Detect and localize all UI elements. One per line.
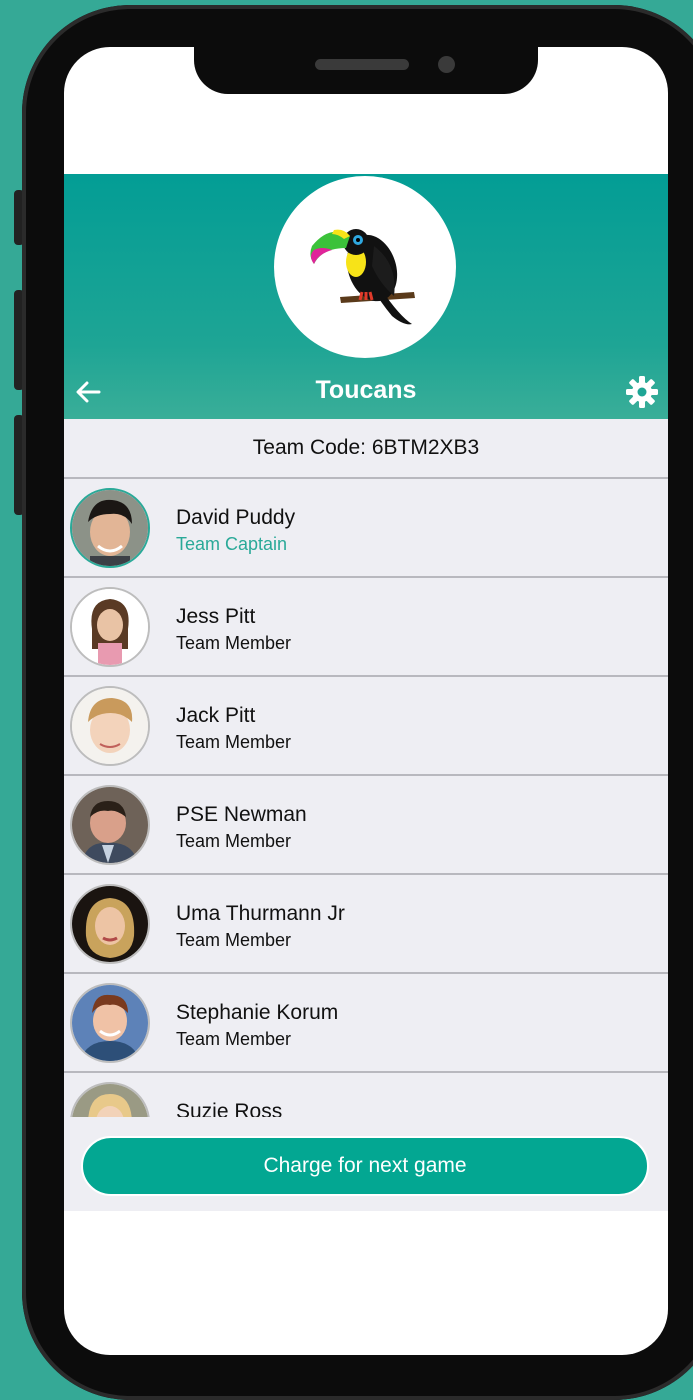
settings-button[interactable] xyxy=(624,374,660,410)
member-name: Jack Pitt xyxy=(176,704,256,727)
page-title: Toucans xyxy=(315,376,417,404)
team-code: Team Code: 6BTM2XB3 xyxy=(64,419,668,479)
team-logo xyxy=(274,176,456,358)
phone-screen: Toucans Team Code: 6BTM2XB3 David Puddy … xyxy=(64,47,668,1355)
avatar xyxy=(70,587,150,667)
list-item[interactable]: Uma Thurmann Jr Team Member xyxy=(64,875,668,974)
member-name: Stephanie Korum xyxy=(176,1001,339,1024)
toucan-icon xyxy=(310,229,415,325)
avatar xyxy=(70,884,150,964)
member-role: Team Member xyxy=(176,831,292,851)
charge-button[interactable]: Charge for next game xyxy=(81,1136,649,1196)
avatar xyxy=(70,488,150,568)
avatar xyxy=(70,686,150,766)
speaker xyxy=(315,59,409,70)
list-item[interactable]: Suzie Ross xyxy=(64,1073,668,1117)
list-item[interactable]: David Puddy Team Captain xyxy=(64,479,668,578)
list-item[interactable]: PSE Newman Team Member xyxy=(64,776,668,875)
team-screen: Toucans Team Code: 6BTM2XB3 David Puddy … xyxy=(64,174,668,1211)
gear-icon xyxy=(626,376,658,408)
member-role: Team Member xyxy=(176,930,292,950)
member-name: Suzie Ross xyxy=(176,1100,283,1117)
avatar xyxy=(70,785,150,865)
member-role: Team Member xyxy=(176,633,292,653)
notch xyxy=(194,47,538,94)
list-item[interactable]: Jack Pitt Team Member xyxy=(64,677,668,776)
team-header: Toucans xyxy=(64,174,668,419)
member-role: Team Member xyxy=(176,1029,292,1049)
member-role: Team Member xyxy=(176,732,292,752)
member-role: Team Captain xyxy=(176,534,288,554)
list-item[interactable]: Stephanie Korum Team Member xyxy=(64,974,668,1073)
member-name: Jess Pitt xyxy=(176,605,256,628)
avatar xyxy=(70,983,150,1063)
list-item[interactable]: Jess Pitt Team Member xyxy=(64,578,668,677)
members-list[interactable]: David Puddy Team Captain Jess Pitt Team … xyxy=(64,479,668,1117)
member-name: David Puddy xyxy=(176,506,296,529)
member-name: PSE Newman xyxy=(176,803,307,826)
member-name: Uma Thurmann Jr xyxy=(176,902,345,925)
front-camera xyxy=(438,56,455,73)
avatar xyxy=(70,1082,150,1117)
